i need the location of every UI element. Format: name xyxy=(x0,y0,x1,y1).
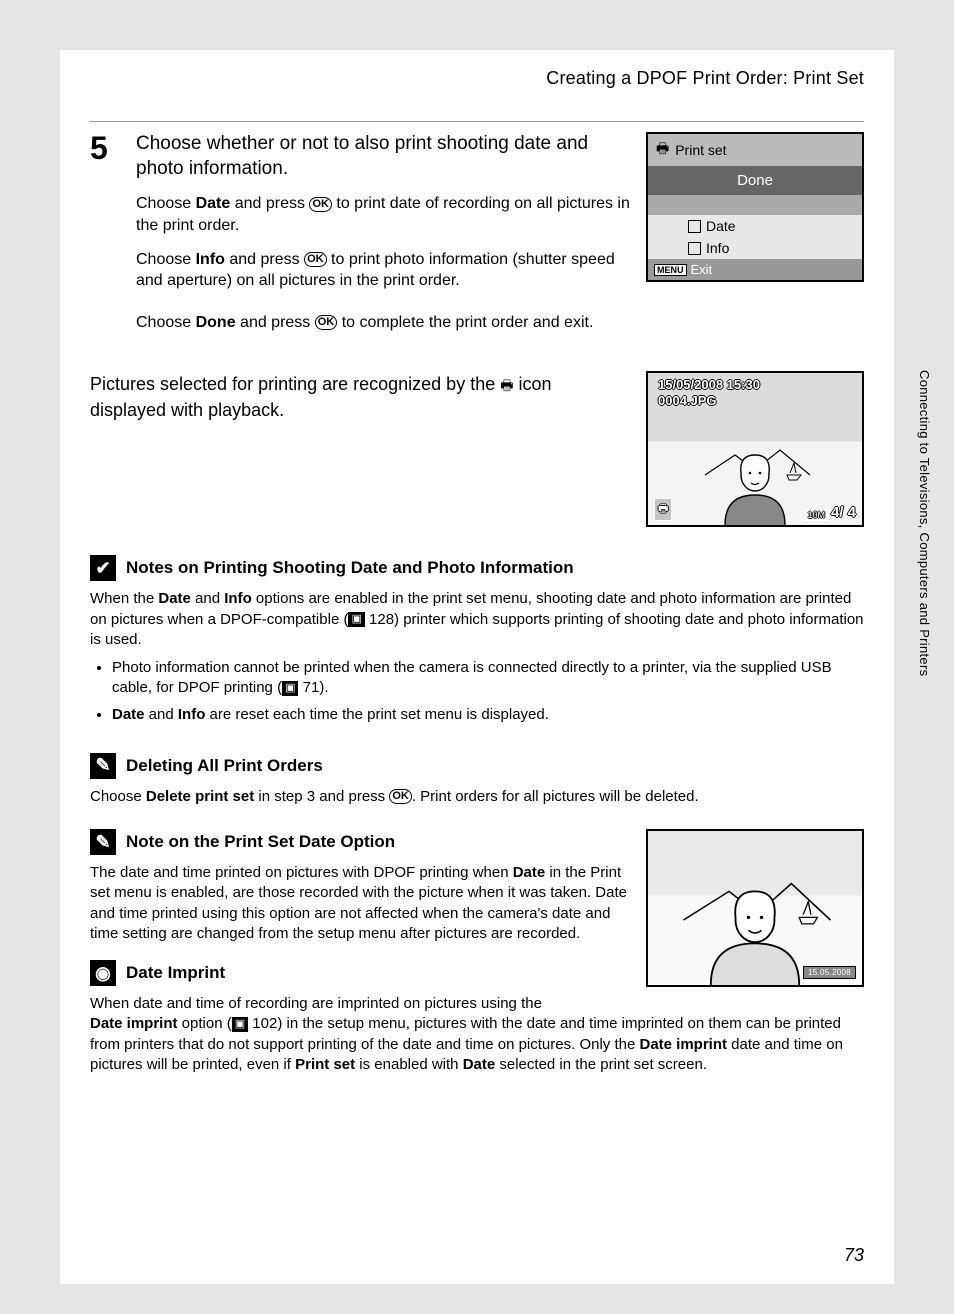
lcd-done-row: Done xyxy=(648,166,862,195)
notes-bullet-list: Photo information cannot be printed when… xyxy=(90,658,864,725)
list-item: Photo information cannot be printed when… xyxy=(112,658,864,699)
dateimprint-heading: Date Imprint xyxy=(126,963,225,983)
page-content: Creating a DPOF Print Order: Print Set 5… xyxy=(60,50,894,1284)
step-title: Choose whether or not to also print shoo… xyxy=(136,132,634,181)
lcd-date-checkbox: Date xyxy=(648,215,862,237)
deleting-body: Choose Delete print set in step 3 and pr… xyxy=(90,787,864,807)
print-order-badge-icon: 🖶 xyxy=(654,498,672,521)
step-number: 5 xyxy=(90,132,118,304)
ok-button-icon: OK xyxy=(315,315,338,330)
size-badge: 10M xyxy=(804,509,828,521)
step-para-done: Choose Done and press OK to complete the… xyxy=(136,312,864,334)
notes-heading-row: ✔ Notes on Printing Shooting Date and Ph… xyxy=(90,555,864,581)
lcd-header: 🖶 Print set xyxy=(648,134,862,166)
ok-button-icon: OK xyxy=(304,252,327,267)
page-ref-icon: ▣ xyxy=(348,612,364,627)
page-number: 73 xyxy=(844,1245,864,1266)
date-option-block: ✎ Note on the Print Set Date Option The … xyxy=(90,829,864,1014)
pencil-icon: ✎ xyxy=(90,829,116,855)
section-title: Creating a DPOF Print Order: Print Set xyxy=(90,68,864,89)
dateopt-body: The date and time printed on pictures wi… xyxy=(90,863,632,944)
deleting-heading: Deleting All Print Orders xyxy=(126,756,323,776)
dateimprint-body-b: Date imprint option (▣ 102) in the setup… xyxy=(90,1014,864,1075)
lcd-info-checkbox: Info xyxy=(648,237,862,259)
dateopt-heading-row: ✎ Note on the Print Set Date Option xyxy=(90,829,632,855)
lcd-playback-preview: 15/05/2008 15:30 0004.JPG 🖶 10M 4/ 4 xyxy=(646,371,864,527)
step-para-info: Choose Info and press OK to print photo … xyxy=(136,249,634,292)
lcd-gap xyxy=(648,195,862,215)
lcd-exit-row: MENU Exit xyxy=(648,259,862,280)
ok-button-icon: OK xyxy=(389,789,412,804)
lcd-date-imprint-preview: 15.05.2008 xyxy=(646,829,864,987)
lcd-timestamp: 15/05/2008 15:30 0004.JPG xyxy=(658,377,760,408)
pencil-icon: ✎ xyxy=(90,753,116,779)
playback-text: Pictures selected for printing are recog… xyxy=(90,371,632,423)
notes-body: When the Date and Info options are enabl… xyxy=(90,589,864,650)
print-icon: 🖶 xyxy=(656,138,669,162)
page-ref-icon: ▣ xyxy=(282,681,298,696)
playback-recognition-row: Pictures selected for printing are recog… xyxy=(90,371,864,527)
menu-icon: MENU xyxy=(654,264,687,276)
page-ref-icon: ▣ xyxy=(232,1017,248,1032)
lightbulb-icon: ◉ xyxy=(90,960,116,986)
notes-heading: Notes on Printing Shooting Date and Phot… xyxy=(126,558,574,578)
list-item: Date and Info are reset each time the pr… xyxy=(112,705,864,725)
dateimprint-heading-row: ◉ Date Imprint xyxy=(90,960,632,986)
lcd-counter: 4/ 4 xyxy=(831,504,856,521)
step-5: 5 Choose whether or not to also print sh… xyxy=(90,132,864,304)
ok-button-icon: OK xyxy=(309,197,332,212)
lcd-print-set-screen: 🖶 Print set Done Date Info MENU Exit xyxy=(646,132,864,282)
divider xyxy=(90,121,864,122)
print-order-icon: 🖶 xyxy=(500,375,513,395)
dateopt-heading: Note on the Print Set Date Option xyxy=(126,832,395,852)
check-icon: ✔ xyxy=(90,555,116,581)
dateimprint-body-a: When date and time of recording are impr… xyxy=(90,994,632,1014)
date-stamp: 15.05.2008 xyxy=(803,966,856,979)
step-para-date: Choose Date and press OK to print date o… xyxy=(136,193,634,236)
side-section-label: Connecting to Televisions, Computers and… xyxy=(917,370,932,676)
deleting-heading-row: ✎ Deleting All Print Orders xyxy=(90,753,864,779)
